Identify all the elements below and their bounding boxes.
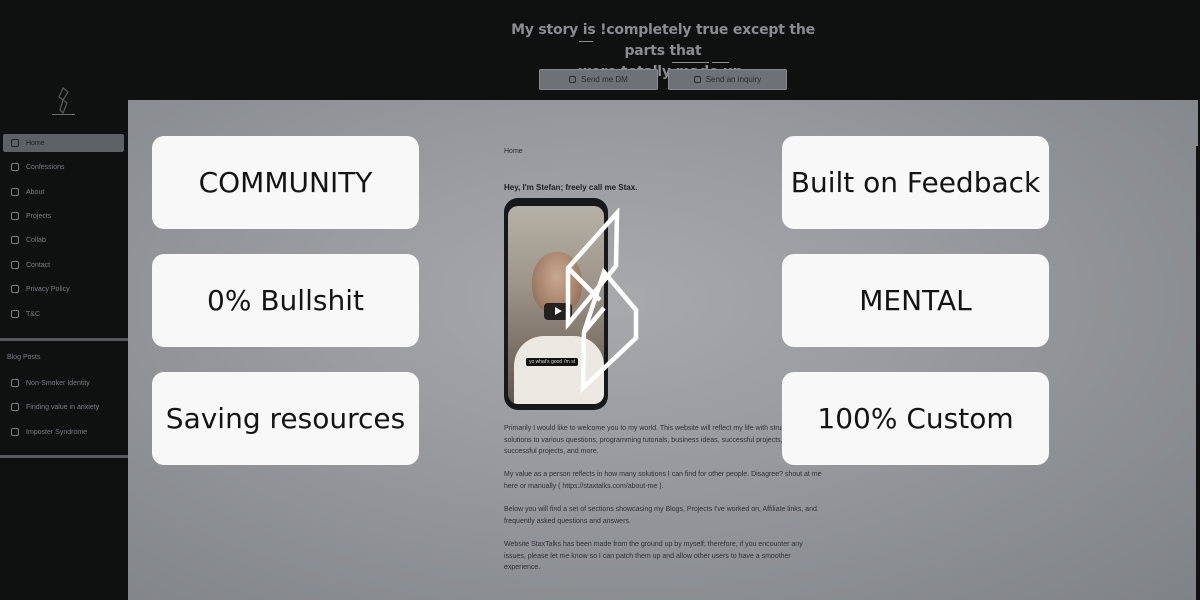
sidebar-item-home[interactable]: Home bbox=[3, 134, 124, 152]
sidebar-item-label: Collab bbox=[26, 236, 46, 244]
sidebar-item-contact[interactable]: Contact bbox=[3, 256, 124, 274]
sidebar-item-privacy-policy[interactable]: Privacy Policy bbox=[3, 280, 124, 298]
inbox-icon bbox=[693, 76, 701, 83]
user-icon bbox=[11, 188, 19, 196]
mic-icon bbox=[11, 163, 19, 171]
blog-post-label: Finding value in anxiety bbox=[26, 403, 100, 411]
folder-icon bbox=[11, 212, 19, 220]
send-inquiry-button[interactable]: Send an inquiry bbox=[668, 69, 787, 90]
page-title: Hey, I'm Stefan; freely call me Stax. bbox=[504, 183, 638, 192]
shield-icon bbox=[11, 285, 19, 293]
sidebar-item-collab[interactable]: Collab bbox=[3, 231, 124, 249]
top-header: My story is !completely true except the … bbox=[0, 0, 1200, 100]
feature-card-saving-resources: Saving resources bbox=[152, 372, 419, 465]
feedback-paragraph: Website StaxTalks has been made from the… bbox=[504, 541, 803, 571]
sidebar-divider bbox=[0, 338, 128, 341]
blog-posts-heading: Blog Posts bbox=[7, 354, 41, 361]
sidebar-item-label: Confessions bbox=[26, 163, 65, 171]
sidebar-item-about[interactable]: About bbox=[3, 183, 124, 201]
sidebar-item-projects[interactable]: Projects bbox=[3, 207, 124, 225]
external-link-icon bbox=[11, 403, 19, 411]
chat-icon bbox=[11, 261, 19, 269]
headline-line-1: My story is !completely true except the … bbox=[511, 22, 815, 59]
breadcrumb[interactable]: Home bbox=[504, 148, 523, 155]
send-inquiry-label: Send an inquiry bbox=[705, 75, 762, 84]
headline-underline bbox=[579, 41, 593, 42]
stax-logo-icon bbox=[565, 208, 639, 394]
sidebar-item-label: Contact bbox=[26, 261, 51, 269]
home-icon bbox=[11, 139, 19, 147]
feature-card-community: COMMUNITY bbox=[152, 136, 419, 229]
blog-post-label: Non-Smoker Identity bbox=[26, 379, 90, 387]
shield-icon bbox=[11, 310, 19, 318]
blog-post-finding-value[interactable]: Finding value in anxiety bbox=[3, 398, 124, 416]
headline-underline bbox=[672, 62, 709, 63]
blog-post-imposter-syndrome[interactable]: Imposter Syndrome bbox=[3, 423, 124, 441]
collab-icon bbox=[11, 236, 19, 244]
site-logo-icon bbox=[58, 86, 69, 115]
sidebar-item-label: T&C bbox=[26, 310, 40, 318]
feature-card-no-bullshit: 0% Bullshit bbox=[152, 254, 419, 347]
headline-underline bbox=[712, 62, 729, 63]
send-dm-label: Send me DM bbox=[581, 75, 628, 84]
external-link-icon bbox=[11, 379, 19, 387]
sidebar-item-confessions[interactable]: Confessions bbox=[3, 158, 124, 176]
sidebar-item-label: Projects bbox=[26, 212, 52, 220]
sidebar-item-label: Home bbox=[26, 139, 45, 147]
sidebar-item-tc[interactable]: T&C bbox=[3, 305, 124, 323]
sections-paragraph: Below you will find a set of sections sh… bbox=[504, 506, 817, 525]
external-link-icon bbox=[11, 428, 19, 436]
sidebar-divider bbox=[0, 455, 128, 458]
intro-paragraph: Primarily I would like to welcome you to… bbox=[504, 425, 801, 455]
instagram-icon bbox=[569, 76, 577, 83]
feature-card-custom: 100% Custom bbox=[782, 372, 1049, 465]
scrollbar-track[interactable] bbox=[1196, 146, 1200, 600]
sidebar-item-label: About bbox=[26, 188, 45, 196]
send-dm-button[interactable]: Send me DM bbox=[539, 69, 658, 90]
value-paragraph: My value as a person reflects in how man… bbox=[504, 471, 822, 490]
sidebar-item-label: Privacy Policy bbox=[26, 285, 70, 293]
logo-divider bbox=[52, 114, 75, 115]
feature-card-mental: MENTAL bbox=[782, 254, 1049, 347]
blog-post-label: Imposter Syndrome bbox=[26, 428, 88, 436]
feature-card-built-on-feedback: Built on Feedback bbox=[782, 136, 1049, 229]
blog-post-non-smoker-identity[interactable]: Non-Smoker Identity bbox=[3, 374, 124, 392]
